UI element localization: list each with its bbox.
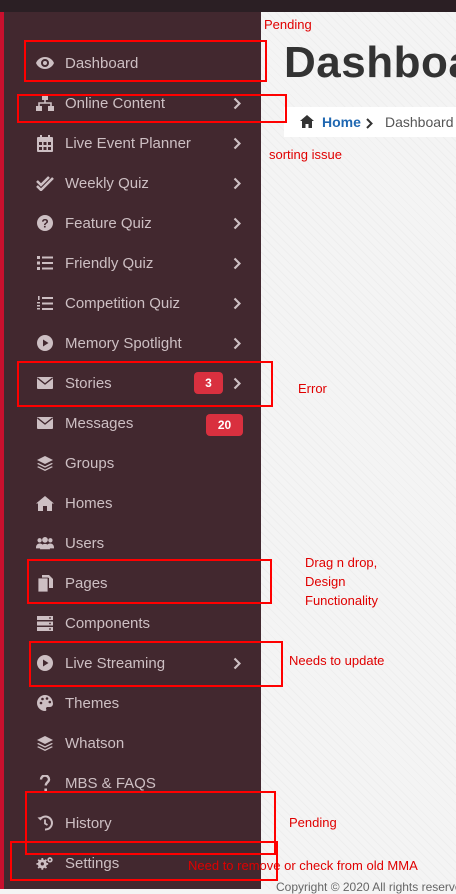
sidebar-item-label: Homes (65, 494, 113, 512)
ordered-list-icon (36, 294, 54, 312)
sidebar-item-label: Messages (65, 414, 134, 432)
sidebar-item-feature-quiz[interactable]: ? Feature Quiz (0, 203, 261, 243)
page-title: Dashboard (284, 38, 456, 87)
sidebar-item-label: Competition Quiz (65, 294, 181, 312)
breadcrumb: Home Dashboard (284, 107, 456, 137)
chevron-right-icon (366, 116, 373, 132)
annotation-needs-update: Needs to update (289, 653, 385, 668)
chevron-right-icon (231, 174, 243, 192)
sidebar-item-components[interactable]: Components (0, 603, 261, 643)
sidebar-item-label: Friendly Quiz (65, 254, 154, 272)
layers-icon (36, 454, 54, 472)
annotation-drag-line3: Functionality (305, 593, 378, 608)
question-icon (36, 774, 54, 792)
list-icon (36, 254, 54, 272)
annotation-sorting: sorting issue (269, 147, 342, 162)
sidebar-item-homes[interactable]: Homes (0, 483, 261, 523)
sidebar-item-competition-quiz[interactable]: Competition Quiz (0, 283, 261, 323)
layers-icon (36, 734, 54, 752)
sidebar-item-label: Users (65, 534, 105, 552)
annotation-box-stories (17, 361, 273, 407)
header-bar (0, 0, 456, 12)
sidebar-item-weekly-quiz[interactable]: Weekly Quiz (0, 163, 261, 203)
sidebar-item-label: Groups (65, 454, 115, 472)
messages-count-badge: 20 (206, 414, 243, 436)
annotation-drag-line1: Drag n drop, (305, 555, 378, 570)
chevron-right-icon (231, 214, 243, 232)
annotation-drag-line2: Design (305, 574, 346, 589)
server-icon (36, 614, 54, 632)
sidebar-item-label: Themes (65, 694, 120, 712)
palette-icon (36, 694, 54, 712)
sidebar-item-label: Feature Quiz (65, 214, 152, 232)
home-icon[interactable] (299, 114, 315, 132)
calendar-icon (36, 134, 54, 152)
question-circle-icon: ? (36, 214, 54, 232)
sidebar-item-themes[interactable]: Themes (0, 683, 261, 723)
sidebar-item-memory-spotlight[interactable]: Memory Spotlight (0, 323, 261, 363)
sidebar-item-messages[interactable]: Messages 20 (0, 403, 261, 443)
play-circle-icon (36, 334, 54, 352)
annotation-error: Error (298, 381, 327, 396)
sidebar-item-live-event-planner[interactable]: Live Event Planner (0, 123, 261, 163)
annotation-remove: Need to remove or check from old MMA (188, 858, 418, 873)
sidebar-item-label: Memory Spotlight (65, 334, 182, 352)
envelope-icon (36, 414, 54, 432)
sidebar-item-label: Live Event Planner (65, 134, 191, 152)
chevron-right-icon (231, 334, 243, 352)
chevron-right-icon (231, 254, 243, 272)
annotation-box-live-streaming (29, 641, 283, 687)
breadcrumb-current: Dashboard (385, 114, 454, 130)
annotation-box-dashboard (24, 40, 267, 82)
annotation-pending-bottom: Pending (289, 815, 337, 830)
sidebar: Dashboard Online Content Live Event Plan… (0, 0, 261, 889)
sidebar-item-whatson[interactable]: Whatson (0, 723, 261, 763)
sidebar-item-friendly-quiz[interactable]: Friendly Quiz (0, 243, 261, 283)
check-double-icon (36, 174, 54, 192)
users-icon (36, 534, 54, 552)
svg-text:?: ? (41, 217, 48, 231)
home-icon (36, 494, 54, 512)
annotation-box-pages (27, 559, 272, 604)
sidebar-item-groups[interactable]: Groups (0, 443, 261, 483)
sidebar-item-label: Components (65, 614, 151, 632)
sidebar-item-label: Weekly Quiz (65, 174, 149, 192)
chevron-right-icon (231, 294, 243, 312)
footer-copyright: Copyright © 2020 All rights reserved. (276, 880, 456, 894)
breadcrumb-home-link[interactable]: Home (322, 114, 361, 130)
sidebar-item-label: MBS & FAQS (65, 774, 156, 792)
annotation-box-online-content (17, 94, 287, 123)
annotation-pending-top: Pending (264, 17, 312, 32)
sidebar-item-label: Whatson (65, 734, 125, 752)
sidebar-item-users[interactable]: Users (0, 523, 261, 563)
chevron-right-icon (231, 134, 243, 152)
